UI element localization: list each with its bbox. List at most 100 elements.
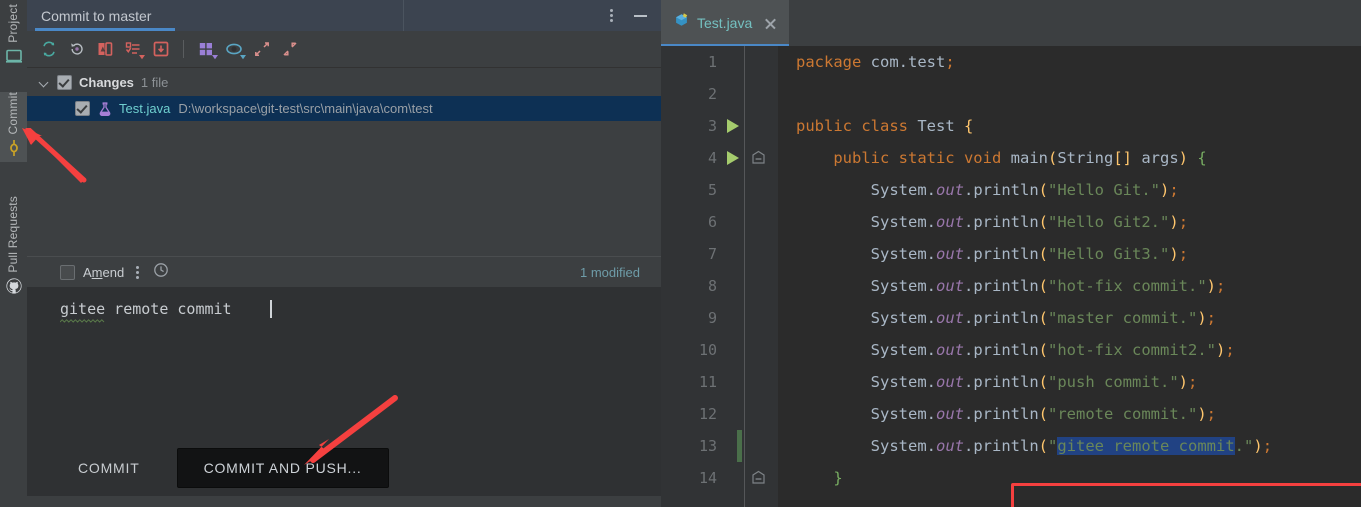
sidebar-item-commit[interactable]: Commit — [0, 92, 27, 162]
java-class-icon — [673, 12, 690, 34]
shelve-icon[interactable] — [148, 36, 174, 62]
code-line[interactable]: 11 System.out.println("push commit."); — [661, 366, 1361, 398]
changes-group-checkbox[interactable] — [57, 74, 72, 90]
code-line[interactable]: 3 public class Test { — [661, 110, 1361, 142]
code-line[interactable]: 9 System.out.println("master commit."); — [661, 302, 1361, 334]
changed-file-row[interactable]: Test.java D:\workspace\git-test\src\main… — [27, 96, 661, 121]
code-line-text: System.out.println("gitee remote commit.… — [870, 437, 1273, 455]
editor-tab-bar: Test.java — [661, 0, 1361, 46]
line-number: 8 — [707, 277, 717, 295]
close-icon[interactable] — [764, 17, 777, 30]
group-by-icon[interactable] — [120, 36, 146, 62]
commit-button-bar: COMMIT COMMIT AND PUSH... — [27, 440, 661, 496]
code-line-text: System.out.println("hot-fix commit."); — [870, 277, 1226, 295]
sidebar-item-project-label: Project — [6, 4, 20, 43]
vertical-dots — [136, 265, 140, 279]
changes-file-count: 1 file — [140, 74, 169, 90]
code-line[interactable]: 2 — [661, 78, 1361, 110]
line-number: 5 — [707, 181, 717, 199]
line-number: 14 — [698, 469, 717, 487]
code-line-text: package com.test; — [796, 53, 955, 71]
commit-button[interactable]: COMMIT — [60, 451, 158, 485]
chevron-down-icon[interactable] — [39, 76, 51, 88]
sidebar-item-pull-requests[interactable]: Pull Requests — [0, 196, 27, 296]
collapse-all-icon[interactable] — [277, 36, 303, 62]
amend-row: Amend 1 modified — [27, 256, 661, 287]
line-number: 1 — [707, 53, 717, 71]
changes-group-row[interactable]: Changes 1 file — [27, 68, 661, 96]
file-name-label: Test.java — [119, 101, 171, 116]
code-line-text: System.out.println("Hello Git."); — [870, 181, 1179, 199]
commit-toolbar — [27, 31, 661, 68]
code-line[interactable]: 8 System.out.println("hot-fix commit."); — [661, 270, 1361, 302]
commit-history-clock-icon[interactable] — [153, 262, 169, 283]
tab-commit-to-master[interactable]: Commit to master — [27, 0, 175, 31]
code-line[interactable]: 12 System.out.println("remote commit."); — [661, 398, 1361, 430]
code-line[interactable]: 1 package com.test; — [661, 46, 1361, 78]
code-line[interactable]: 5 System.out.println("Hello Git."); — [661, 174, 1361, 206]
editor-tab-filename: Test.java — [697, 15, 753, 31]
code-line[interactable]: 14 } — [661, 462, 1361, 494]
commit-header-bar: Commit to master — [27, 0, 661, 31]
run-gutter-icon[interactable] — [727, 151, 739, 165]
code-line-text: System.out.println("master commit."); — [870, 309, 1217, 327]
line-number: 13 — [698, 437, 717, 455]
code-editor-panel: Test.java 1 package com.test; 2 3 public cla… — [661, 0, 1361, 507]
commit-message-input[interactable]: gitee remote commit — [27, 287, 661, 440]
expand-collapse-grid-icon[interactable] — [193, 36, 219, 62]
commit-message-value: gitee remote commit — [60, 300, 232, 318]
file-checkbox[interactable] — [75, 101, 90, 116]
expand-all-icon[interactable] — [249, 36, 275, 62]
minus-bar — [633, 14, 647, 17]
rollback-icon[interactable] — [64, 36, 90, 62]
spellcheck-squiggle — [60, 319, 105, 323]
minimize-icon[interactable] — [627, 0, 653, 31]
commit-tab-active-underline — [35, 28, 175, 31]
project-window-icon — [4, 46, 24, 66]
sidebar-item-commit-label: Commit — [6, 92, 20, 135]
eye-preview-icon[interactable] — [221, 36, 247, 62]
left-tool-strip: Project Commit Pull Requests — [0, 0, 28, 507]
code-line-text: public static void main(String[] args) { — [833, 149, 1207, 167]
sidebar-item-project[interactable]: Project — [0, 4, 27, 66]
code-fold-icon[interactable] — [751, 150, 766, 165]
refresh-icon[interactable] — [36, 36, 62, 62]
amend-checkbox[interactable] — [60, 264, 75, 280]
code-lines-container: 1 package com.test; 2 3 public class Test { 4… — [661, 46, 1361, 494]
commit-and-push-button[interactable]: COMMIT AND PUSH... — [176, 448, 389, 488]
code-line-text: System.out.println("hot-fix commit2."); — [870, 341, 1235, 359]
changes-tree: Changes 1 file Test.java D:\workspace\gi… — [27, 68, 661, 256]
code-line[interactable]: 10 System.out.println("hot-fix commit2."… — [661, 334, 1361, 366]
code-line[interactable]: 6 System.out.println("Hello Git2."); — [661, 206, 1361, 238]
commit-tool-window: Commit to master Changes 1 file Test.jav… — [27, 0, 688, 507]
code-line[interactable]: 13 System.out.println("gitee remote comm… — [661, 430, 1361, 462]
more-options-icon[interactable] — [598, 0, 624, 31]
code-line[interactable]: 4 public static void main(String[] args)… — [661, 142, 1361, 174]
code-text-area[interactable]: 1 package com.test; 2 3 public class Test { 4… — [661, 46, 1361, 507]
commit-diamond-icon — [4, 138, 24, 158]
header-divider — [403, 0, 404, 31]
text-caret — [270, 300, 272, 318]
vcs-change-marker — [737, 430, 742, 462]
code-line-text: System.out.println("push commit."); — [870, 373, 1198, 391]
line-number: 3 — [707, 117, 717, 135]
code-line-text: public class Test { — [796, 117, 974, 135]
code-line-text: System.out.println("Hello Git2."); — [870, 213, 1189, 231]
show-diff-icon[interactable] — [92, 36, 118, 62]
run-gutter-icon[interactable] — [727, 119, 739, 133]
code-line-text: System.out.println("Hello Git3."); — [870, 245, 1189, 263]
code-line[interactable]: 7 System.out.println("Hello Git3."); — [661, 238, 1361, 270]
amend-more-icon[interactable] — [136, 265, 140, 279]
line-number: 7 — [707, 245, 717, 263]
line-number: 10 — [698, 341, 717, 359]
code-fold-icon[interactable] — [751, 470, 766, 485]
sidebar-item-pull-requests-label: Pull Requests — [6, 196, 20, 273]
vertical-dots — [609, 9, 613, 22]
tab-test-java[interactable]: Test.java — [661, 0, 790, 46]
code-line-text: } — [833, 469, 843, 487]
line-number: 9 — [707, 309, 717, 327]
file-path-label: D:\workspace\git-test\src\main\java\com\… — [178, 101, 433, 116]
github-icon — [4, 276, 24, 296]
modified-count-label: 1 modified — [580, 264, 640, 280]
changes-group-label: Changes — [79, 74, 134, 90]
